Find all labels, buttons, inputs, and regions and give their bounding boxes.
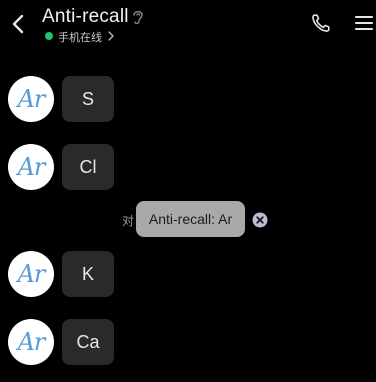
message-bubble[interactable]: Cl: [62, 144, 114, 190]
message-row: Ar Cl: [0, 142, 376, 192]
message-bubble[interactable]: S: [62, 76, 114, 122]
chat-header: Anti-recall 手机在线: [0, 0, 376, 48]
close-icon[interactable]: [252, 212, 268, 228]
avatar[interactable]: Ar: [8, 251, 54, 297]
ear-icon: [133, 10, 143, 25]
menu-icon[interactable]: [354, 14, 374, 32]
avatar[interactable]: Ar: [8, 76, 54, 122]
chat-screen: Anti-recall 手机在线 Ar S Ar Cl 对 Anti-recal…: [0, 0, 376, 382]
avatar[interactable]: Ar: [8, 144, 54, 190]
message-row: Ar Ca: [0, 317, 376, 367]
online-status-text: 手机在线: [58, 31, 102, 44]
phone-icon[interactable]: [310, 12, 332, 34]
message-bubble[interactable]: Ca: [62, 319, 114, 365]
online-dot: [45, 32, 53, 40]
recall-chip[interactable]: Anti-recall: Ar: [136, 201, 245, 237]
recall-notice: 对 Anti-recall: Ar: [0, 200, 376, 240]
message-row: Ar S: [0, 74, 376, 124]
avatar[interactable]: Ar: [8, 319, 54, 365]
chat-title[interactable]: Anti-recall: [42, 6, 129, 28]
back-chevron-icon[interactable]: [8, 10, 28, 38]
message-bubble[interactable]: K: [62, 251, 114, 297]
message-row: Ar K: [0, 249, 376, 299]
recall-prefix-text: 对: [122, 214, 135, 228]
chevron-right-icon: [108, 31, 114, 41]
